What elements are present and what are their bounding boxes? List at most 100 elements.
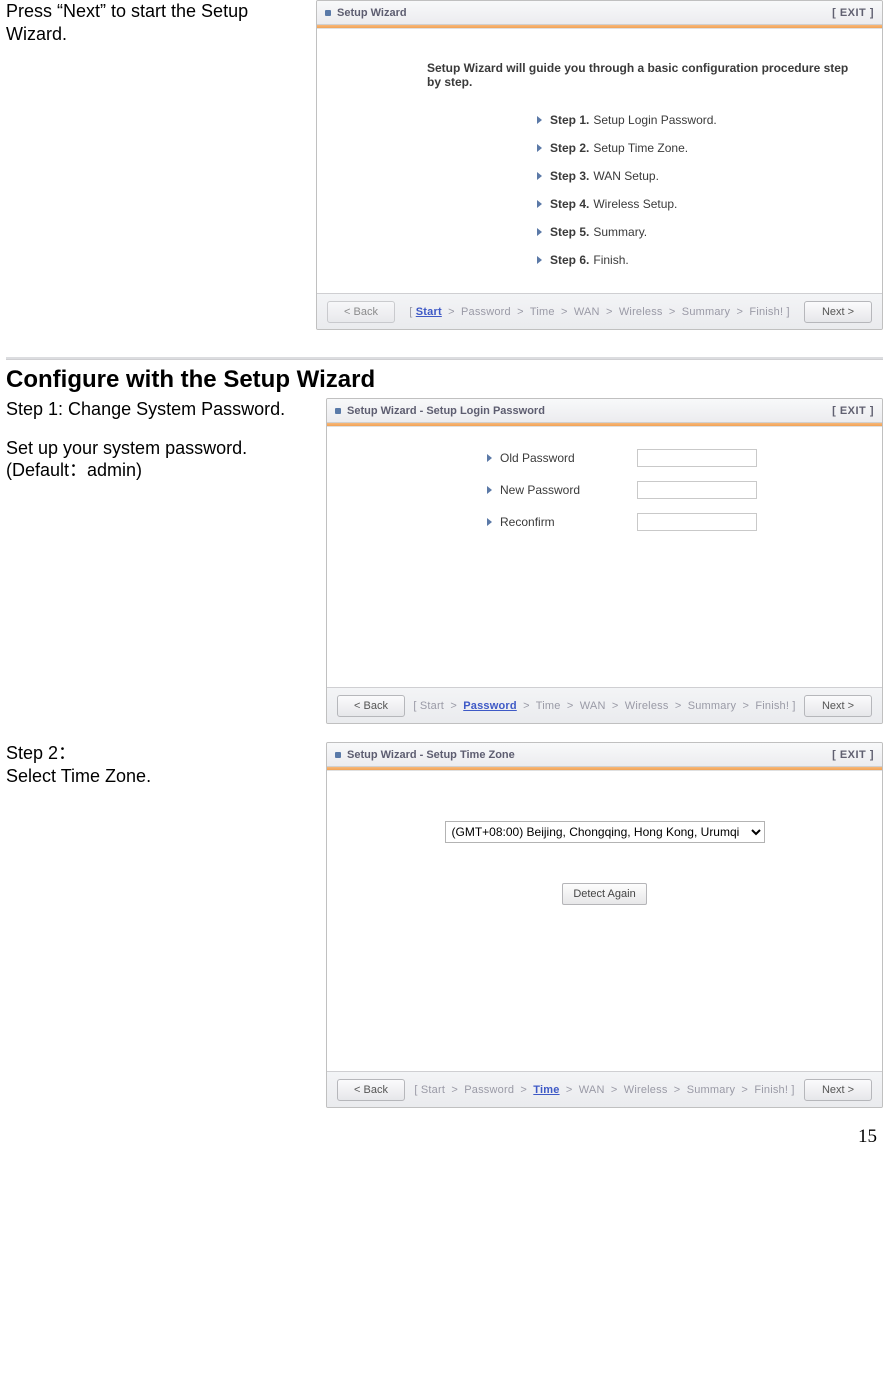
crumb-sep: > — [566, 1084, 573, 1096]
header-dot-icon — [325, 10, 331, 16]
crumb-finish: Finish! — [754, 1084, 788, 1096]
next-button[interactable]: Next > — [804, 695, 872, 717]
step-text: Finish. — [593, 253, 628, 267]
panel-title: Setup Wizard - Setup Time Zone — [347, 749, 515, 761]
chevron-right-icon — [537, 228, 542, 236]
crumb-sep: > — [675, 700, 682, 712]
step-text: Setup Login Password. — [593, 113, 716, 127]
chevron-right-icon — [487, 486, 492, 494]
detect-again-button[interactable]: Detect Again — [562, 883, 646, 905]
wizard-step-4: Step 4. Wireless Setup. — [537, 197, 862, 211]
crumb-wireless: Wireless — [625, 700, 669, 712]
chevron-right-icon — [537, 172, 542, 180]
panel-title: Setup Wizard — [337, 7, 407, 19]
panel-password: Setup Wizard - Setup Login Password [ EX… — [326, 398, 883, 724]
crumb-finish: Finish! — [749, 306, 783, 318]
crumb-sep: > — [606, 306, 613, 318]
wizard-step-5: Step 5. Summary. — [537, 225, 862, 239]
caption-line: Set up your system password. (Default：ad… — [6, 437, 316, 482]
old-password-input[interactable] — [637, 449, 757, 467]
crumb-sep: > — [742, 700, 749, 712]
crumb-start: Start — [416, 306, 442, 318]
caption-line: Select Time Zone. — [6, 765, 316, 788]
new-password-label: New Password — [500, 483, 580, 497]
panel-title: Setup Wizard - Setup Login Password — [347, 405, 545, 417]
chevron-right-icon — [537, 200, 542, 208]
crumb-time: Time — [530, 306, 555, 318]
crumb-wireless: Wireless — [619, 306, 663, 318]
page-number: 15 — [6, 1126, 883, 1148]
crumb-finish: Finish! — [755, 700, 789, 712]
wizard-step-2: Step 2. Setup Time Zone. — [537, 141, 862, 155]
crumb-sep: > — [674, 1084, 681, 1096]
breadcrumb: [ Start > Password > Time > WAN > Wirele… — [395, 306, 804, 318]
crumb-wan: WAN — [574, 306, 600, 318]
next-button[interactable]: Next > — [804, 301, 872, 323]
crumb-password: Password — [463, 700, 517, 712]
back-button: < Back — [327, 301, 395, 323]
crumb-start: Start — [421, 1084, 445, 1096]
chevron-right-icon — [537, 256, 542, 264]
crumb-sep: > — [448, 306, 455, 318]
crumb-sep: > — [612, 700, 619, 712]
crumb-password: Password — [461, 306, 511, 318]
step-num: Step 2. — [550, 141, 589, 155]
timezone-select[interactable]: (GMT+08:00) Beijing, Chongqing, Hong Kon… — [445, 821, 765, 843]
caption-block2: Step 1: Change System Password. Set up y… — [6, 398, 326, 482]
chevron-right-icon — [537, 144, 542, 152]
new-password-input[interactable] — [637, 481, 757, 499]
step-text: Setup Time Zone. — [593, 141, 688, 155]
crumb-sep: > — [741, 1084, 748, 1096]
crumb-password: Password — [464, 1084, 514, 1096]
breadcrumb: [ Start > Password > Time > WAN > Wirele… — [405, 700, 804, 712]
crumb-summary: Summary — [688, 700, 736, 712]
crumb-summary: Summary — [687, 1084, 735, 1096]
bracket: ] — [786, 306, 789, 318]
crumb-wireless: Wireless — [624, 1084, 668, 1096]
exit-link[interactable]: [ EXIT ] — [832, 405, 874, 417]
header-dot-icon — [335, 408, 341, 414]
crumb-sep: > — [520, 1084, 527, 1096]
crumb-summary: Summary — [682, 306, 730, 318]
wizard-step-3: Step 3. WAN Setup. — [537, 169, 862, 183]
crumb-wan: WAN — [579, 1084, 605, 1096]
reconfirm-input[interactable] — [637, 513, 757, 531]
reconfirm-label: Reconfirm — [500, 515, 555, 529]
crumb-wan: WAN — [580, 700, 606, 712]
exit-link[interactable]: [ EXIT ] — [832, 7, 874, 19]
next-button[interactable]: Next > — [804, 1079, 872, 1101]
crumb-sep: > — [737, 306, 744, 318]
caption-block1: Press “Next” to start the Setup Wizard. — [6, 0, 316, 45]
crumb-start: Start — [420, 700, 444, 712]
caption-line: Step 2： — [6, 742, 316, 765]
panel-start: Setup Wizard [ EXIT ] Setup Wizard will … — [316, 0, 883, 330]
crumb-sep: > — [561, 306, 568, 318]
crumb-time: Time — [533, 1084, 559, 1096]
step-num: Step 4. — [550, 197, 589, 211]
back-button[interactable]: < Back — [337, 1079, 405, 1101]
crumb-sep: > — [450, 700, 457, 712]
exit-link[interactable]: [ EXIT ] — [832, 749, 874, 761]
panel-timezone: Setup Wizard - Setup Time Zone [ EXIT ] … — [326, 742, 883, 1108]
wizard-step-1: Step 1. Setup Login Password. — [537, 113, 862, 127]
crumb-sep: > — [669, 306, 676, 318]
crumb-time: Time — [536, 700, 561, 712]
crumb-sep: > — [611, 1084, 618, 1096]
caption-block3: Step 2： Select Time Zone. — [6, 742, 326, 787]
step-text: Summary. — [593, 225, 647, 239]
back-button[interactable]: < Back — [337, 695, 405, 717]
step-text: Wireless Setup. — [593, 197, 677, 211]
breadcrumb: [ Start > Password > Time > WAN > Wirele… — [405, 1084, 804, 1096]
bracket: ] — [791, 1084, 794, 1096]
step-text: WAN Setup. — [593, 169, 659, 183]
crumb-sep: > — [517, 306, 524, 318]
crumb-sep: > — [567, 700, 574, 712]
crumb-sep: > — [451, 1084, 458, 1096]
step-num: Step 1. — [550, 113, 589, 127]
old-password-label: Old Password — [500, 451, 575, 465]
chevron-right-icon — [487, 518, 492, 526]
step-num: Step 3. — [550, 169, 589, 183]
step-num: Step 5. — [550, 225, 589, 239]
wizard-step-6: Step 6.Finish. — [537, 253, 862, 267]
section-heading: Configure with the Setup Wizard — [6, 366, 883, 394]
